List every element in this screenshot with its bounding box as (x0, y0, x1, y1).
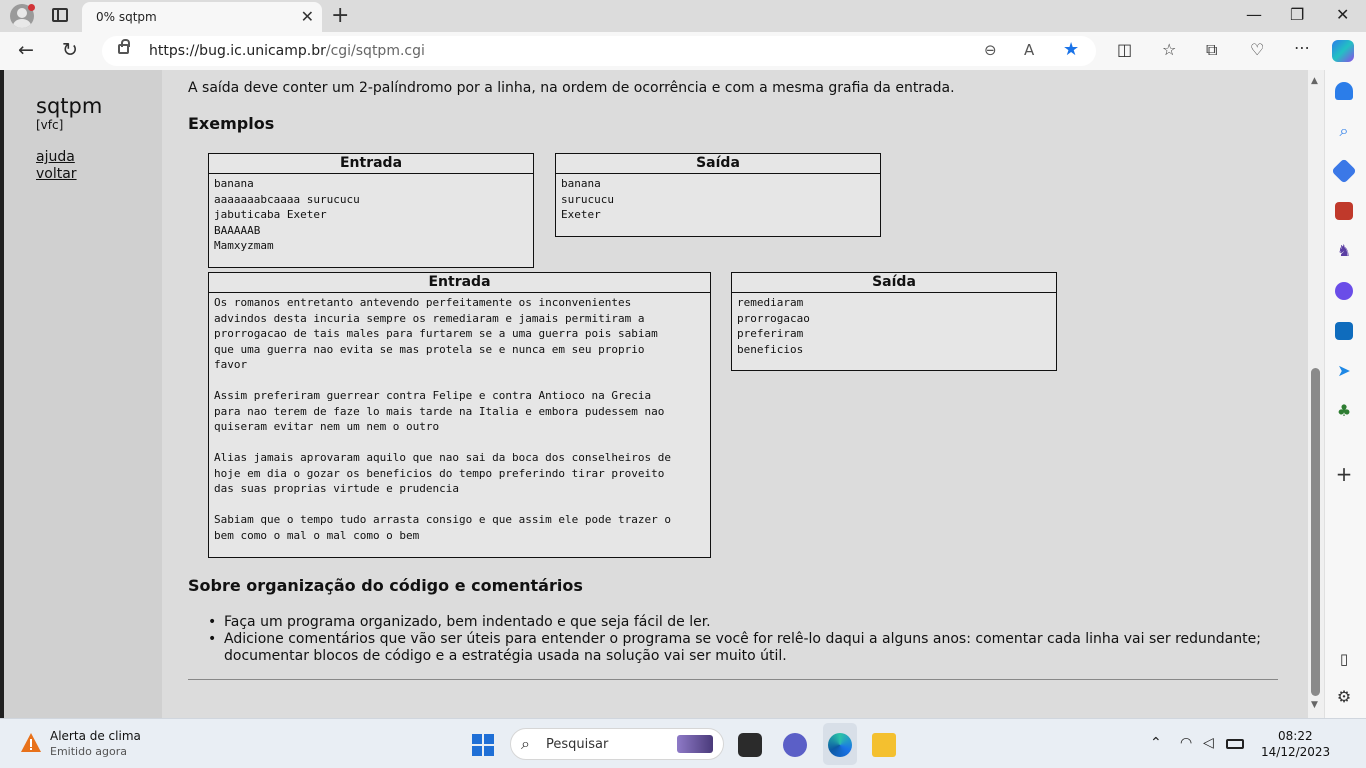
back-link[interactable]: voltar (36, 166, 77, 182)
outlook-icon[interactable] (1335, 322, 1353, 340)
list-item: Faça um programa organizado, bem indenta… (206, 614, 1266, 631)
wifi-icon[interactable]: ◠ (1180, 735, 1192, 751)
example1-output-text: banana surucucu Exeter (561, 177, 614, 221)
example2-input-box: Entrada Os romanos entretanto antevendo … (208, 272, 711, 558)
task-view-icon[interactable] (738, 733, 762, 757)
list-item: Adicione comentários que vão ser úteis p… (206, 631, 1266, 665)
read-aloud-icon[interactable]: A (1024, 41, 1034, 59)
url-text[interactable]: https://bug.ic.unicamp.br/cgi/sqtpm.cgi (149, 43, 425, 59)
taskbar: Alerta de clima Emitido agora ⌕ Pesquisa… (0, 718, 1366, 768)
taskbar-search-input[interactable]: ⌕ Pesquisar (510, 728, 724, 760)
organization-list: Faça um programa organizado, bem indenta… (206, 614, 1266, 665)
page-viewport: sqtpm [vfc] ajuda voltar A saída deve co… (4, 70, 1308, 718)
weather-subtitle[interactable]: Emitido agora (50, 745, 127, 758)
file-explorer-icon[interactable] (872, 733, 896, 757)
more-menu-icon[interactable]: ⋯ (1294, 38, 1310, 57)
favorite-star-icon[interactable]: ★ (1063, 39, 1079, 60)
tab-bar: 0% sqtpm ✕ + — ❐ ✕ (0, 0, 1366, 32)
weather-alert-icon[interactable] (20, 732, 42, 754)
collections-icon[interactable]: ⧉ (1206, 40, 1217, 60)
search-highlight-icon (677, 735, 713, 753)
tab-sqtpm[interactable]: 0% sqtpm ✕ (82, 2, 322, 32)
example1-input-header: Entrada (209, 154, 533, 174)
page-scrollbar[interactable]: ▲ ▼ (1308, 70, 1324, 718)
battery-icon[interactable] (1226, 739, 1244, 749)
help-link[interactable]: ajuda (36, 149, 75, 165)
browser-essentials-icon[interactable]: ♡ (1250, 40, 1264, 59)
tab-actions-icon[interactable] (52, 8, 68, 22)
meet-chat-icon[interactable] (783, 733, 807, 757)
send-icon[interactable]: ➤ (1335, 362, 1353, 380)
games-icon[interactable]: ♞ (1335, 242, 1353, 260)
divider (188, 679, 1278, 680)
site-title: sqtpm (36, 94, 103, 118)
sidebar-panel-icon[interactable]: ▯ (1335, 650, 1353, 668)
add-icon[interactable]: + (1335, 464, 1353, 484)
windows-start-icon[interactable] (472, 734, 494, 756)
search-placeholder: Pesquisar (546, 737, 609, 752)
bell-icon[interactable] (1335, 82, 1353, 100)
intro-text: A saída deve conter um 2-palíndromo por … (188, 80, 955, 96)
example2-output-text: remediaram prorrogacao preferiram benefi… (737, 296, 810, 356)
microsoft-365-icon[interactable] (1335, 282, 1353, 300)
example1-output-header: Saída (556, 154, 880, 174)
example2-input-header: Entrada (209, 273, 710, 293)
refresh-icon[interactable]: ↻ (62, 39, 78, 61)
split-screen-icon[interactable]: ◫ (1117, 40, 1132, 59)
example2-input-text: Os romanos entretanto antevendo perfeita… (214, 296, 671, 542)
example1-output-box: Saída banana surucucu Exeter (555, 153, 881, 237)
weather-title[interactable]: Alerta de clima (50, 729, 141, 743)
clock-date[interactable]: 14/12/2023 (1261, 745, 1330, 759)
tag-icon[interactable] (1331, 158, 1357, 184)
search-icon: ⌕ (521, 734, 530, 753)
scroll-up-icon[interactable]: ▲ (1311, 76, 1318, 86)
profile-notification-dot (28, 4, 35, 11)
edge-browser-icon[interactable] (828, 733, 852, 757)
tree-icon[interactable]: ♣ (1335, 402, 1353, 420)
example1-input-text: banana aaaaaaabcaaaa surucucu jabuticaba… (214, 177, 360, 252)
search-icon[interactable]: ⌕ (1335, 122, 1353, 140)
favorites-icon[interactable]: ☆ (1162, 40, 1176, 59)
left-sidebar: sqtpm [vfc] ajuda voltar (4, 70, 162, 718)
new-tab-button[interactable]: + (331, 3, 349, 28)
example2-output-header: Saída (732, 273, 1056, 293)
organization-heading: Sobre organização do código e comentário… (188, 576, 583, 595)
zoom-out-icon[interactable]: ⊖ (984, 41, 997, 59)
tools-icon[interactable] (1335, 202, 1353, 220)
maximize-button[interactable]: ❐ (1290, 5, 1304, 24)
edge-sidebar: ⌕ ♞ ➤ ♣ + ▯ ⚙ (1324, 70, 1366, 718)
volume-muted-icon[interactable]: ◁ (1203, 735, 1214, 751)
scroll-down-icon[interactable]: ▼ (1311, 700, 1318, 710)
tab-title: 0% sqtpm (96, 10, 157, 24)
scrollbar-thumb[interactable] (1311, 368, 1320, 696)
site-subtitle: [vfc] (36, 118, 64, 132)
tab-close-icon[interactable]: ✕ (301, 7, 314, 26)
example1-input-box: Entrada banana aaaaaaabcaaaa surucucu ja… (208, 153, 534, 268)
examples-heading: Exemplos (188, 114, 275, 133)
clock-time[interactable]: 08:22 (1278, 729, 1313, 743)
close-window-button[interactable]: ✕ (1336, 5, 1349, 24)
copilot-icon[interactable] (1332, 40, 1354, 62)
minimize-button[interactable]: — (1246, 5, 1262, 24)
address-bar: ← ↻ https://bug.ic.unicamp.br/cgi/sqtpm.… (0, 32, 1366, 70)
url-field[interactable]: https://bug.ic.unicamp.br/cgi/sqtpm.cgi … (102, 36, 1096, 66)
lock-icon[interactable] (118, 39, 130, 54)
settings-gear-icon[interactable]: ⚙ (1335, 688, 1353, 706)
back-arrow-icon[interactable]: ← (18, 39, 34, 61)
example2-output-box: Saída remediaram prorrogacao preferiram … (731, 272, 1057, 371)
tray-chevron-icon[interactable]: ⌃ (1150, 735, 1162, 751)
